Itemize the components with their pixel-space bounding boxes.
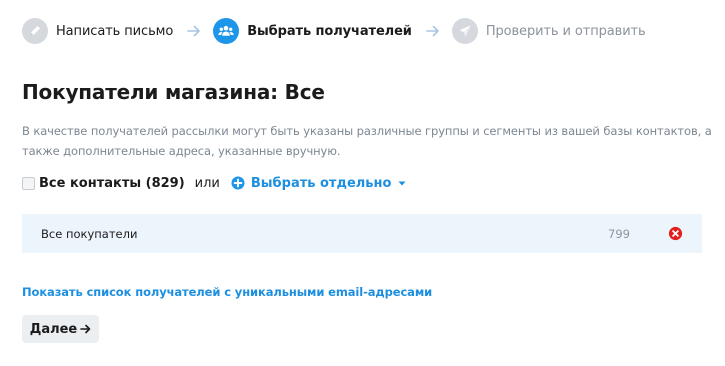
show-unique-emails-link[interactable]: Показать список получателей с уникальным… [22,285,432,299]
page-title: Покупатели магазина: Все [22,80,325,104]
step-recipients-label: Выбрать получателей [247,23,412,39]
recipient-name: Все покупатели [41,226,138,241]
recipient-count: 799 [608,226,630,241]
step-review-send-label: Проверить и отправить [485,23,646,39]
select-individually-label: Выбрать отдельно [250,175,392,191]
arrow-right-icon [187,25,201,37]
next-button[interactable]: Далее [22,315,99,343]
arrow-right-icon [426,25,440,37]
wizard-steps: Написать письмо Выбрать получателей Пров… [22,17,646,45]
page-description: В качестве получателей рассылки могут бы… [22,124,712,158]
all-contacts-label[interactable]: Все контакты (829) [39,176,185,191]
step-recipients[interactable]: Выбрать получателей [213,18,412,44]
send-icon [451,18,478,44]
recipient-row: Все покупатели 799 [22,214,702,253]
next-button-label: Далее [29,321,78,337]
step-compose-label: Написать письмо [56,23,174,39]
arrow-right-icon [80,324,91,334]
select-individually-button[interactable]: Выбрать отдельно [231,176,407,191]
step-compose[interactable]: Написать письмо [22,18,173,44]
remove-recipient-icon[interactable] [668,226,683,241]
chevron-down-icon [398,181,406,186]
pencil-icon [22,18,48,44]
users-icon [213,18,240,44]
all-contacts-checkbox[interactable] [22,176,35,190]
contacts-selection-row: Все контакты (829) или Выбрать отдельно [22,172,406,194]
step-review-send[interactable]: Проверить и отправить [451,18,646,44]
plus-circle-icon [231,176,245,190]
or-label: или [194,175,220,191]
